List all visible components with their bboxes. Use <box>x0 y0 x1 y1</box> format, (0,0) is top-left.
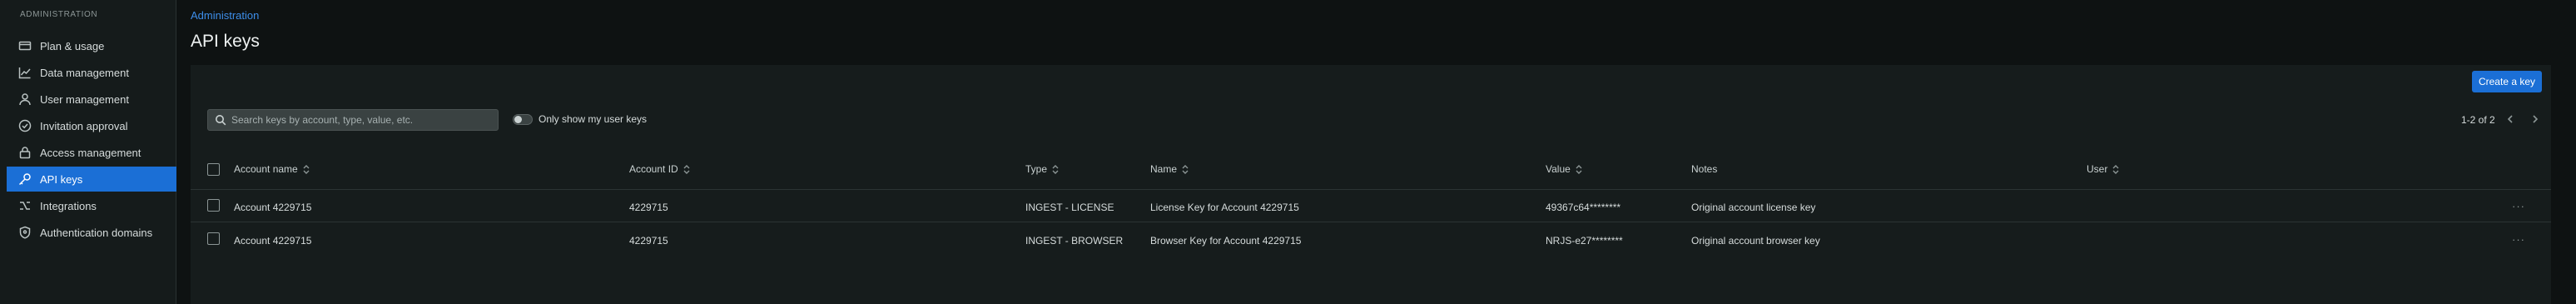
page-title: API keys <box>191 32 260 51</box>
cell-value: 49367c64******** <box>1546 202 1621 213</box>
row-actions-icon[interactable]: ··· <box>2510 234 2527 246</box>
check-circle-icon <box>18 119 32 132</box>
column-header-notes: Notes <box>1691 163 1717 175</box>
sort-icon <box>1182 164 1189 174</box>
cell-name: License Key for Account 4229715 <box>1150 202 1299 213</box>
column-label: Account ID <box>629 163 678 175</box>
column-label: Account name <box>234 163 298 175</box>
column-label: Type <box>1025 163 1048 175</box>
cell-name: Browser Key for Account 4229715 <box>1150 235 1302 247</box>
toggle-label: Only show my user keys <box>539 113 648 125</box>
column-header-account-id[interactable]: Account ID <box>629 163 690 175</box>
column-header-user[interactable]: User <box>2087 163 2119 175</box>
chart-line-icon <box>18 66 32 79</box>
sidebar-item-label: Invitation approval <box>40 119 128 132</box>
prev-page-button[interactable] <box>2504 112 2517 127</box>
sidebar-item-access-management[interactable]: Access management <box>7 140 176 165</box>
column-header-value[interactable]: Value <box>1546 163 1582 175</box>
user-icon <box>18 92 32 106</box>
column-label: Name <box>1150 163 1178 175</box>
cell-value: NRJS-e27******** <box>1546 235 1623 247</box>
cell-notes: Original account browser key <box>1691 235 1820 247</box>
cell-account-id: 4229715 <box>629 235 668 247</box>
sort-icon <box>683 164 690 174</box>
search-box[interactable] <box>207 109 499 131</box>
breadcrumb[interactable]: Administration <box>191 9 259 22</box>
cell-account-id: 4229715 <box>629 202 668 213</box>
sidebar-item-label: API keys <box>40 172 83 186</box>
cell-notes: Original account license key <box>1691 202 1816 213</box>
row-actions-icon[interactable]: ··· <box>2510 201 2527 212</box>
create-key-button[interactable]: Create a key <box>2472 71 2542 92</box>
cell-type: INGEST - LICENSE <box>1025 202 1114 213</box>
sidebar-item-label: Plan & usage <box>40 39 105 52</box>
pagination-count: 1-2 of 2 <box>2461 114 2495 126</box>
sidebar-item-label: Access management <box>40 146 141 159</box>
sort-icon <box>1052 164 1059 174</box>
column-label: User <box>2087 163 2108 175</box>
row-checkbox[interactable] <box>207 199 220 212</box>
toggle-knob <box>514 116 522 123</box>
sidebar-item-label: User management <box>40 92 129 106</box>
sidebar-item-plan-usage[interactable]: Plan & usage <box>7 33 176 58</box>
row-checkbox[interactable] <box>207 232 220 245</box>
select-all-checkbox[interactable] <box>207 163 220 176</box>
sidebar-item-invitation-approval[interactable]: Invitation approval <box>7 113 176 138</box>
credit-card-icon <box>18 39 32 52</box>
cell-account-name: Account 4229715 <box>234 202 312 213</box>
sidebar-item-label: Integrations <box>40 199 97 212</box>
page-scroll-gutter <box>2551 65 2576 304</box>
sidebar-heading: ADMINISTRATION <box>20 10 98 19</box>
sidebar-item-authentication-domains[interactable]: Authentication domains <box>7 220 176 245</box>
column-header-account-name[interactable]: Account name <box>234 163 310 175</box>
lock-icon <box>18 146 32 159</box>
sidebar-item-label: Data management <box>40 66 129 79</box>
chevron-left-icon <box>2507 115 2513 123</box>
column-label: Notes <box>1691 163 1718 175</box>
column-header-name[interactable]: Name <box>1150 163 1189 175</box>
table-header-divider <box>191 189 2551 190</box>
sort-icon <box>1576 164 1582 174</box>
cell-type: INGEST - BROWSER <box>1025 235 1124 247</box>
sidebar-item-label: Authentication domains <box>40 226 153 239</box>
shield-icon <box>18 226 32 239</box>
sidebar-item-api-keys[interactable]: API keys <box>7 167 176 192</box>
next-page-button[interactable] <box>2529 112 2542 127</box>
sort-icon <box>2112 164 2119 174</box>
integrations-icon <box>18 199 32 212</box>
only-my-keys-toggle[interactable] <box>513 114 533 125</box>
column-label: Value <box>1546 163 1571 175</box>
search-input[interactable] <box>231 114 498 126</box>
cell-account-name: Account 4229715 <box>234 235 312 247</box>
column-header-type[interactable]: Type <box>1025 163 1059 175</box>
sidebar: ADMINISTRATION Plan & usage Data managem… <box>0 0 176 304</box>
chevron-right-icon <box>2533 115 2539 123</box>
api-keys-panel <box>191 65 2551 304</box>
sidebar-item-integrations[interactable]: Integrations <box>7 193 176 218</box>
sidebar-item-data-management[interactable]: Data management <box>7 60 176 85</box>
sidebar-item-user-management[interactable]: User management <box>7 87 176 112</box>
sort-icon <box>303 164 310 174</box>
search-icon <box>215 114 226 126</box>
key-icon <box>18 172 32 186</box>
